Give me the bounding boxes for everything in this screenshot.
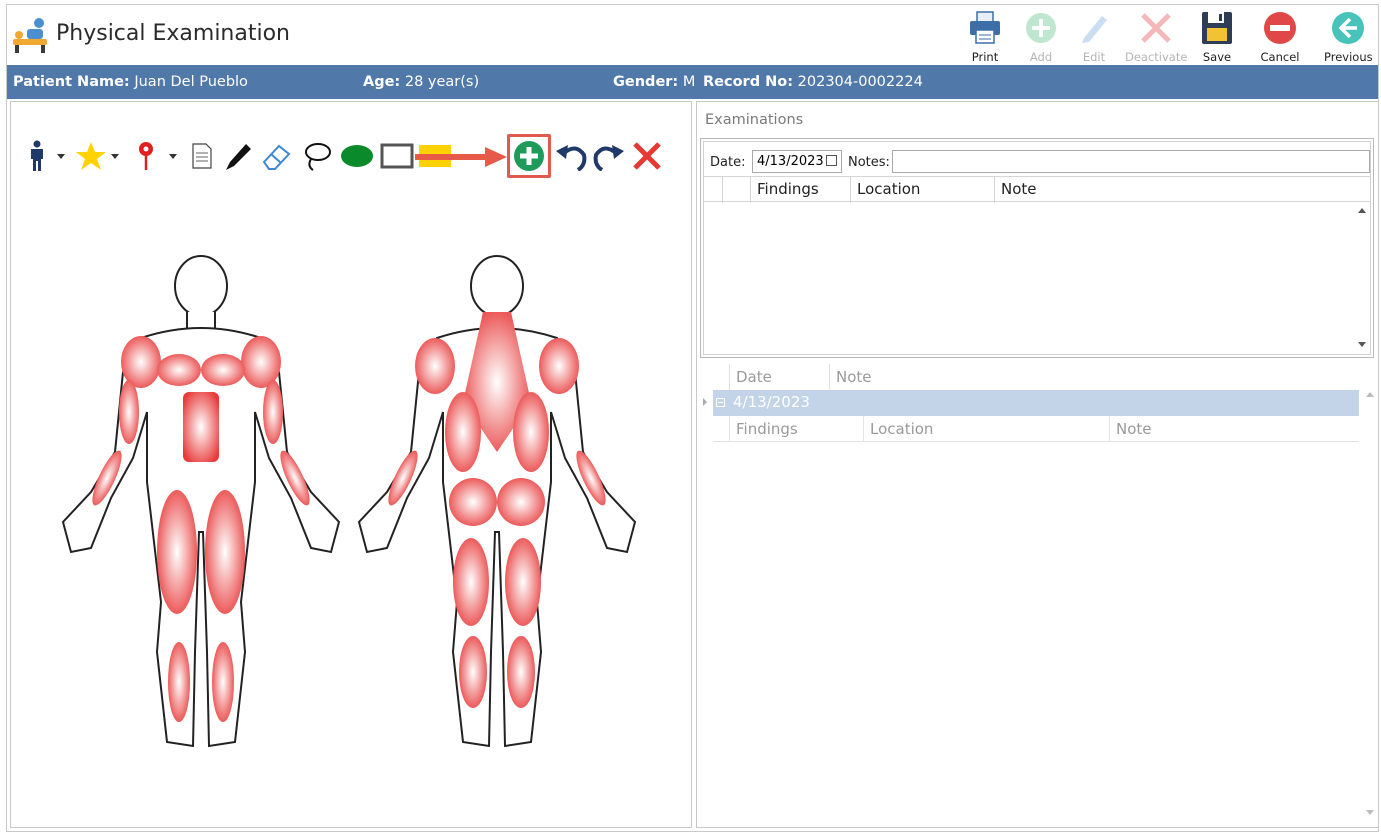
- edit-button[interactable]: Edit: [1074, 7, 1114, 65]
- history-scrollbar[interactable]: [1362, 390, 1378, 818]
- chevron-down-icon[interactable]: [111, 154, 119, 159]
- examinations-panel: Examinations Date: Notes: Findings Locat…: [696, 101, 1379, 828]
- history-row[interactable]: 4/13/2023: [713, 390, 1359, 416]
- row-indicator-icon: [703, 398, 707, 406]
- add-circle-icon: [1026, 13, 1056, 43]
- column-header-note[interactable]: Note: [829, 364, 1359, 390]
- deactivate-button[interactable]: Deactivate: [1125, 7, 1187, 65]
- body-diagram-canvas[interactable]: [10, 101, 692, 828]
- eraser-icon: [262, 144, 291, 170]
- previous-button[interactable]: Previous: [1324, 7, 1373, 65]
- ellipse-tool[interactable]: [339, 134, 375, 178]
- body-type-tool[interactable]: [25, 134, 49, 178]
- lasso-tool[interactable]: [299, 134, 335, 178]
- ellipse-icon: [341, 145, 373, 167]
- column-header-date[interactable]: Date: [729, 364, 829, 390]
- column-header-findings[interactable]: Findings: [729, 416, 863, 442]
- chevron-down-icon[interactable]: [57, 154, 65, 159]
- examination-entry-box: Date: Notes: Findings Location Note: [700, 138, 1374, 358]
- redo-icon: [593, 145, 624, 171]
- printer-icon: [970, 11, 1000, 44]
- annotation-arrow: [415, 147, 507, 167]
- column-header-note[interactable]: Note: [994, 177, 1354, 203]
- pen-icon: [226, 144, 251, 170]
- add-drawing-button[interactable]: [507, 134, 551, 178]
- redo-button[interactable]: [591, 134, 627, 178]
- history-grid-header: Date Note: [713, 364, 1359, 390]
- column-header-location[interactable]: Location: [850, 177, 994, 203]
- undo-button[interactable]: [553, 134, 589, 178]
- scroll-up-icon[interactable]: [1358, 208, 1366, 213]
- patient-info-bar: Patient Name: Juan Del Pueblo Age: 28 ye…: [7, 65, 1378, 99]
- pen-tool[interactable]: [221, 134, 255, 178]
- history-detail-header: Findings Location Note: [713, 416, 1359, 442]
- rectangle-tool[interactable]: [379, 134, 415, 178]
- column-header-location[interactable]: Location: [863, 416, 1109, 442]
- save-button[interactable]: Save: [1197, 7, 1237, 65]
- chevron-down-icon[interactable]: [169, 154, 177, 159]
- body-front-figure[interactable]: [55, 252, 345, 762]
- app-logo-icon: [13, 18, 47, 53]
- scroll-up-icon[interactable]: [1366, 392, 1374, 397]
- pencil-icon: [1082, 16, 1107, 43]
- findings-grid-header: Findings Location Note: [704, 176, 1370, 203]
- document-tool[interactable]: [187, 134, 217, 178]
- map-pin-icon: [139, 142, 153, 170]
- column-header-note[interactable]: Note: [1109, 416, 1359, 442]
- undo-icon: [556, 145, 587, 171]
- title-bar: Physical Examination Print Add Edit Deac…: [7, 5, 1378, 65]
- close-x-icon: [1141, 13, 1171, 43]
- star-tool[interactable]: [73, 134, 109, 178]
- page-title: Physical Examination: [56, 21, 290, 46]
- scroll-down-icon[interactable]: [1366, 810, 1374, 815]
- clear-button[interactable]: [629, 134, 665, 178]
- column-header-findings[interactable]: Findings: [750, 177, 850, 203]
- physical-exam-window: Physical Examination Print Add Edit Deac…: [6, 4, 1379, 832]
- record-number-field: Record No: 202304-0002224: [703, 74, 923, 90]
- eraser-tool[interactable]: [259, 134, 295, 178]
- body-back-figure[interactable]: [351, 252, 641, 762]
- print-button[interactable]: Print: [965, 7, 1005, 65]
- arrow-left-icon: [1332, 12, 1364, 44]
- exam-notes-input[interactable]: [892, 150, 1370, 173]
- rectangle-icon: [380, 143, 414, 169]
- examination-history-grid[interactable]: Date Note 4/13/2023 Findings Location No…: [697, 360, 1378, 820]
- patient-gender-field: Gender: M: [613, 74, 696, 90]
- plus-icon: [514, 141, 544, 171]
- examinations-group-title: Examinations: [705, 112, 804, 128]
- patient-name-field: Patient Name: Juan Del Pueblo: [13, 74, 248, 90]
- findings-grid-body[interactable]: [704, 202, 1370, 354]
- map-pin-tool[interactable]: [131, 134, 161, 178]
- person-icon: [31, 140, 43, 171]
- calendar-icon[interactable]: [826, 155, 837, 166]
- no-entry-icon: [1264, 12, 1296, 44]
- add-button[interactable]: Add: [1021, 7, 1061, 65]
- cancel-button[interactable]: Cancel: [1260, 7, 1300, 65]
- lasso-icon: [305, 143, 331, 171]
- star-icon: [76, 142, 106, 170]
- findings-scrollbar[interactable]: [1354, 202, 1370, 354]
- collapse-icon[interactable]: [716, 398, 725, 407]
- document-icon: [192, 143, 212, 169]
- scroll-down-icon[interactable]: [1358, 342, 1366, 347]
- floppy-disk-icon: [1202, 12, 1232, 44]
- patient-age-field: Age: 28 year(s): [363, 74, 480, 90]
- close-icon: [633, 142, 661, 170]
